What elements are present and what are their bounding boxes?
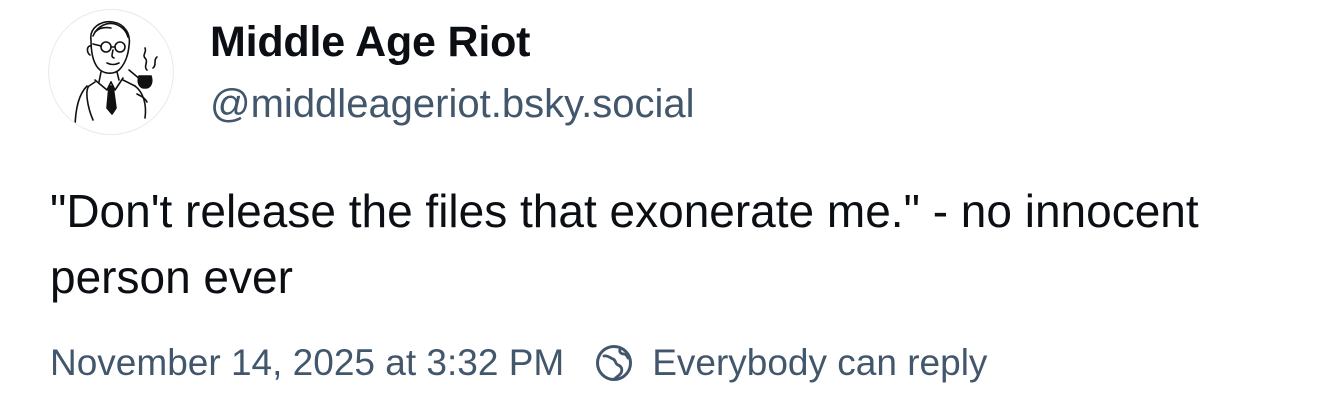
author-display-name[interactable]: Middle Age Riot [210,14,695,70]
author-handle[interactable]: @middleageriot.bsky.social [210,78,695,130]
reply-setting[interactable]: Everybody can reply [594,342,987,384]
avatar[interactable] [48,9,174,135]
globe-icon [594,343,634,383]
post-meta: November 14, 2025 at 3:32 PM Everybody c… [50,338,987,388]
author-info: Middle Age Riot @middleageriot.bsky.soci… [210,14,695,130]
man-with-pipe-illustration-icon [74,20,158,131]
post-text: "Don't release the files that exonerate … [50,185,1199,303]
post-timestamp[interactable]: November 14, 2025 at 3:32 PM [50,342,564,384]
reply-setting-label: Everybody can reply [652,342,988,383]
post-card: Middle Age Riot @middleageriot.bsky.soci… [0,0,1320,402]
